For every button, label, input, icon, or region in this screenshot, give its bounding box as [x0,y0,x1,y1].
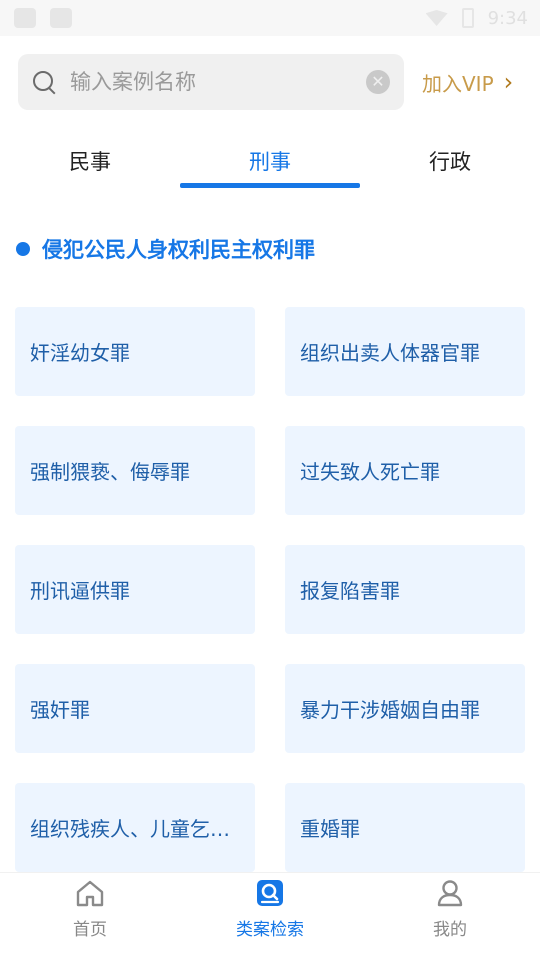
crime-card[interactable]: 重婚罪 [285,783,525,872]
crime-card-label: 奸淫幼女罪 [30,341,130,365]
section-title: 侵犯公民人身权利民主权利罪 [42,238,315,262]
battery-icon [461,8,474,28]
crime-card-label: 组织出卖人体器官罪 [300,341,480,365]
crime-card[interactable]: 强奸罪 [15,664,255,753]
crime-card-label: 暴力干涉婚姻自由罪 [300,698,480,722]
home-icon [76,880,104,907]
status-left [14,8,72,28]
section-dot-icon [16,242,30,256]
crime-card-label: 报复陷害罪 [300,579,400,603]
tab-civil-label: 民事 [69,150,111,174]
case-search-icon [257,880,283,906]
crime-card[interactable]: 刑讯逼供罪 [15,545,255,634]
search-box[interactable]: ✕ [18,54,404,110]
search-input[interactable] [70,70,366,94]
join-vip-label: 加入VIP [422,71,494,96]
crime-card[interactable]: 强制猥亵、侮辱罪 [15,426,255,515]
nav-case-search[interactable]: 类案检索 [180,873,360,960]
nav-profile-label: 我的 [433,920,467,940]
crime-card-label: 组织残疾人、儿童乞… [30,817,230,841]
tab-criminal-label: 刑事 [249,150,291,174]
nav-profile[interactable]: 我的 [360,873,540,960]
profile-icon [437,880,463,907]
tab-civil[interactable]: 民事 [0,134,180,190]
tab-administrative-label: 行政 [429,150,471,174]
status-right: 9:34 [425,7,528,29]
crime-card[interactable]: 暴力干涉婚姻自由罪 [285,664,525,753]
join-vip-button[interactable]: 加入VIP › [422,68,513,97]
crime-card[interactable]: 组织出卖人体器官罪 [285,307,525,396]
search-icon [32,70,56,94]
section-header: 侵犯公民人身权利民主权利罪 [16,234,315,264]
category-tabs: 民事 刑事 行政 [0,134,540,190]
bottom-nav: 首页 类案检索 我的 [0,872,540,960]
search-row: ✕ 加入VIP › [18,54,528,110]
nav-home-label: 首页 [73,920,107,940]
crime-card-label: 强奸罪 [30,698,90,722]
image-icon [50,8,72,28]
crime-card[interactable]: 奸淫幼女罪 [15,307,255,396]
status-bar: 9:34 [0,0,540,36]
crime-card[interactable]: 组织残疾人、儿童乞… [15,783,255,872]
wifi-icon [425,10,448,26]
chevron-right-icon: › [503,68,514,96]
nav-case-search-label: 类案检索 [236,920,304,940]
crime-card-label: 强制猥亵、侮辱罪 [30,460,190,484]
tab-administrative[interactable]: 行政 [360,134,540,190]
nav-home[interactable]: 首页 [0,873,180,960]
crime-grid: 奸淫幼女罪 组织出卖人体器官罪 强制猥亵、侮辱罪 过失致人死亡罪 刑讯逼供罪 报… [15,307,525,872]
notification-icon [14,8,36,28]
clear-icon[interactable]: ✕ [366,70,390,94]
crime-card-label: 过失致人死亡罪 [300,460,440,484]
crime-card[interactable]: 过失致人死亡罪 [285,426,525,515]
crime-card[interactable]: 报复陷害罪 [285,545,525,634]
status-time: 9:34 [487,7,528,29]
crime-card-label: 刑讯逼供罪 [30,579,130,603]
crime-card-label: 重婚罪 [300,817,360,841]
tab-criminal[interactable]: 刑事 [180,134,360,190]
